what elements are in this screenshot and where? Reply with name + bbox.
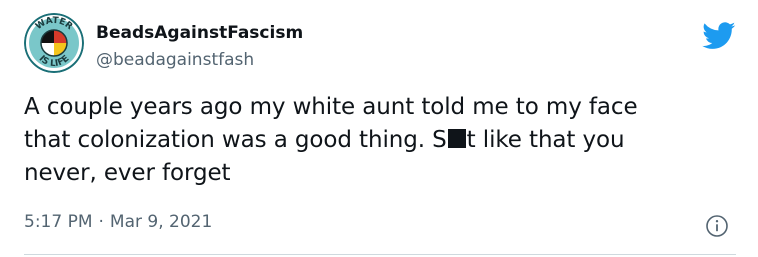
tweet-time[interactable]: 5:17 PM xyxy=(24,212,93,232)
tweet-card: WATER IS LIFE BeadsAgainstFascism @beada… xyxy=(0,0,758,257)
twitter-bird-icon[interactable] xyxy=(702,22,736,50)
author-handle[interactable]: @beadagainstfash xyxy=(96,50,254,70)
medicine-wheel xyxy=(40,29,68,57)
author-display-name[interactable]: BeadsAgainstFascism xyxy=(96,23,303,43)
tweet-timestamp[interactable]: 5:17 PM · Mar 9, 2021 xyxy=(24,212,212,232)
redaction-block xyxy=(447,129,466,148)
avatar-image: WATER IS LIFE xyxy=(24,13,84,73)
tweet-date[interactable]: Mar 9, 2021 xyxy=(110,212,212,232)
tweet-line: A couple years ago my white aunt told me… xyxy=(24,94,638,120)
tweet-line: never, ever forget xyxy=(24,160,231,186)
tweet-line: that colonization was a good thing. St l… xyxy=(24,127,625,153)
divider xyxy=(24,254,736,255)
meta-separator: · xyxy=(98,212,104,232)
info-icon[interactable] xyxy=(705,214,729,238)
avatar[interactable]: WATER IS LIFE xyxy=(24,13,84,73)
tweet-text: A couple years ago my white aunt told me… xyxy=(24,91,744,190)
